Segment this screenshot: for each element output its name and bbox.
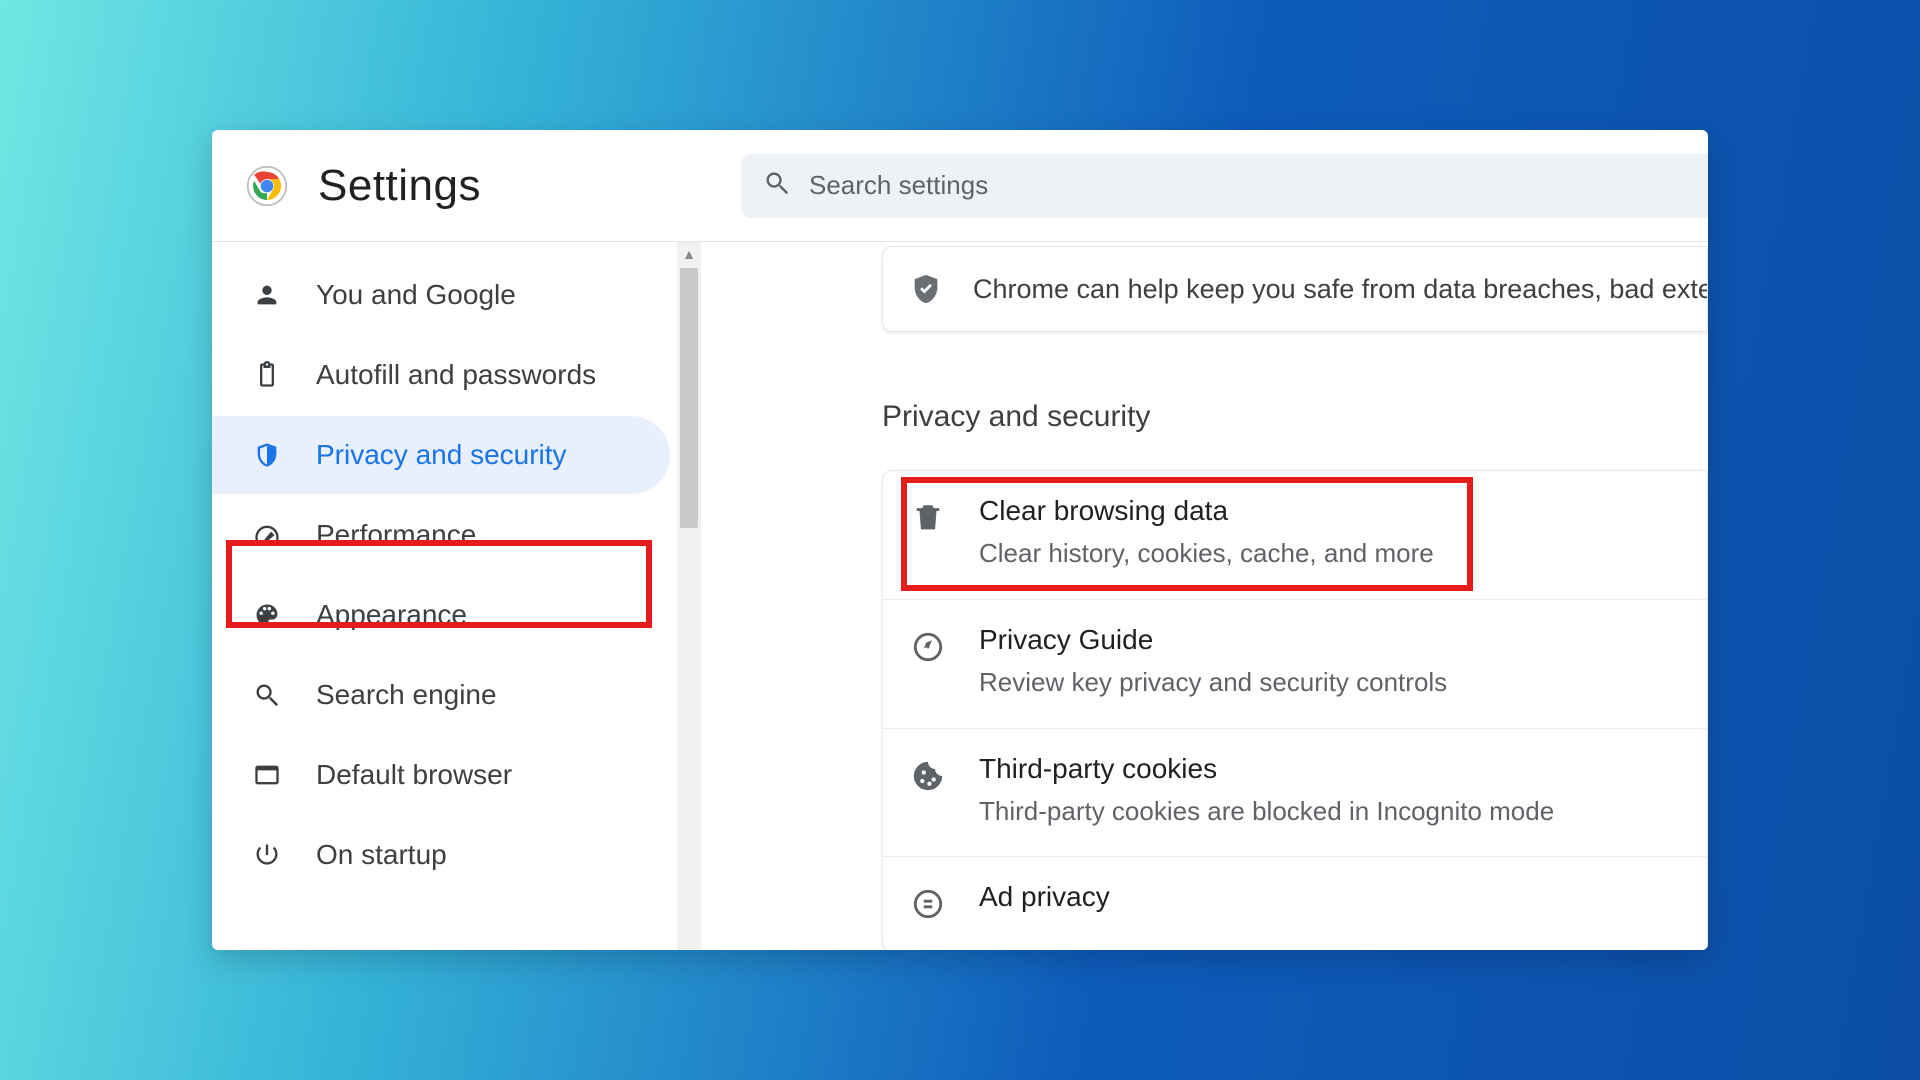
- sidebar-item-on-startup[interactable]: On startup: [212, 816, 670, 894]
- card-clear-browsing-data[interactable]: Clear browsing data Clear history, cooki…: [883, 471, 1707, 599]
- card-title: Privacy Guide: [979, 624, 1447, 656]
- card-subtitle: Clear history, cookies, cache, and more: [979, 537, 1434, 571]
- card-text: Ad privacy: [979, 881, 1110, 923]
- window-body: You and Google Autofill and passwords Pr…: [212, 242, 1708, 950]
- card-subtitle: Third-party cookies are blocked in Incog…: [979, 795, 1554, 829]
- page-title: Settings: [318, 161, 481, 211]
- card-text: Privacy Guide Review key privacy and sec…: [979, 624, 1447, 700]
- sidebar-item-label: You and Google: [316, 279, 516, 311]
- card-ad-privacy[interactable]: Ad privacy: [883, 856, 1707, 950]
- search-icon: [763, 169, 791, 202]
- sidebar-item-label: Privacy and security: [316, 439, 567, 471]
- sidebar-item-privacy-security[interactable]: Privacy and security: [212, 416, 670, 494]
- sidebar-item-label: On startup: [316, 839, 447, 871]
- scroll-up-arrow-icon[interactable]: ▲: [677, 242, 701, 266]
- power-icon: [252, 840, 282, 870]
- privacy-cards-list: Clear browsing data Clear history, cooki…: [882, 470, 1708, 950]
- sidebar-item-default-browser[interactable]: Default browser: [212, 736, 670, 814]
- clipboard-icon: [252, 360, 282, 390]
- sidebar-container: You and Google Autofill and passwords Pr…: [212, 242, 702, 950]
- cookie-icon: [911, 759, 945, 793]
- compass-icon: [911, 630, 945, 664]
- sidebar-item-autofill-passwords[interactable]: Autofill and passwords: [212, 336, 670, 414]
- ad-icon: [911, 887, 945, 921]
- safety-banner-text: Chrome can help keep you safe from data …: [973, 274, 1708, 305]
- settings-window: Settings You and Google: [212, 130, 1708, 950]
- window-header: Settings: [212, 130, 1708, 242]
- sidebar-item-search-engine[interactable]: Search engine: [212, 656, 670, 734]
- safety-banner[interactable]: Chrome can help keep you safe from data …: [882, 246, 1708, 332]
- chrome-logo-icon: [246, 165, 288, 207]
- speedometer-icon: [252, 520, 282, 550]
- settings-sidebar: You and Google Autofill and passwords Pr…: [212, 242, 678, 950]
- sidebar-item-label: Search engine: [316, 679, 497, 711]
- sidebar-scrollbar[interactable]: ▲: [677, 242, 701, 950]
- person-icon: [252, 280, 282, 310]
- scrollbar-thumb[interactable]: [680, 268, 698, 528]
- card-subtitle: Review key privacy and security controls: [979, 666, 1447, 700]
- shield-check-icon: [909, 272, 943, 306]
- section-title-privacy: Privacy and security: [882, 400, 1150, 434]
- card-title: Ad privacy: [979, 881, 1110, 913]
- browser-window-icon: [252, 760, 282, 790]
- sidebar-item-label: Default browser: [316, 759, 512, 791]
- palette-icon: [252, 600, 282, 630]
- sidebar-item-label: Appearance: [316, 599, 467, 631]
- sidebar-item-appearance[interactable]: Appearance: [212, 576, 670, 654]
- card-text: Clear browsing data Clear history, cooki…: [979, 495, 1434, 571]
- card-title: Third-party cookies: [979, 753, 1554, 785]
- sidebar-item-performance[interactable]: Performance: [212, 496, 670, 574]
- search-settings-bar[interactable]: [741, 154, 1708, 218]
- search-icon: [252, 680, 282, 710]
- sidebar-item-label: Performance: [316, 519, 476, 551]
- main-content: Chrome can help keep you safe from data …: [702, 242, 1708, 950]
- card-text: Third-party cookies Third-party cookies …: [979, 753, 1554, 829]
- card-title: Clear browsing data: [979, 495, 1434, 527]
- card-privacy-guide[interactable]: Privacy Guide Review key privacy and sec…: [883, 599, 1707, 728]
- trash-icon: [911, 501, 945, 535]
- sidebar-item-you-and-google[interactable]: You and Google: [212, 256, 670, 334]
- search-settings-input[interactable]: [809, 170, 1708, 201]
- card-third-party-cookies[interactable]: Third-party cookies Third-party cookies …: [883, 728, 1707, 857]
- sidebar-item-label: Autofill and passwords: [316, 359, 596, 391]
- shield-icon: [252, 440, 282, 470]
